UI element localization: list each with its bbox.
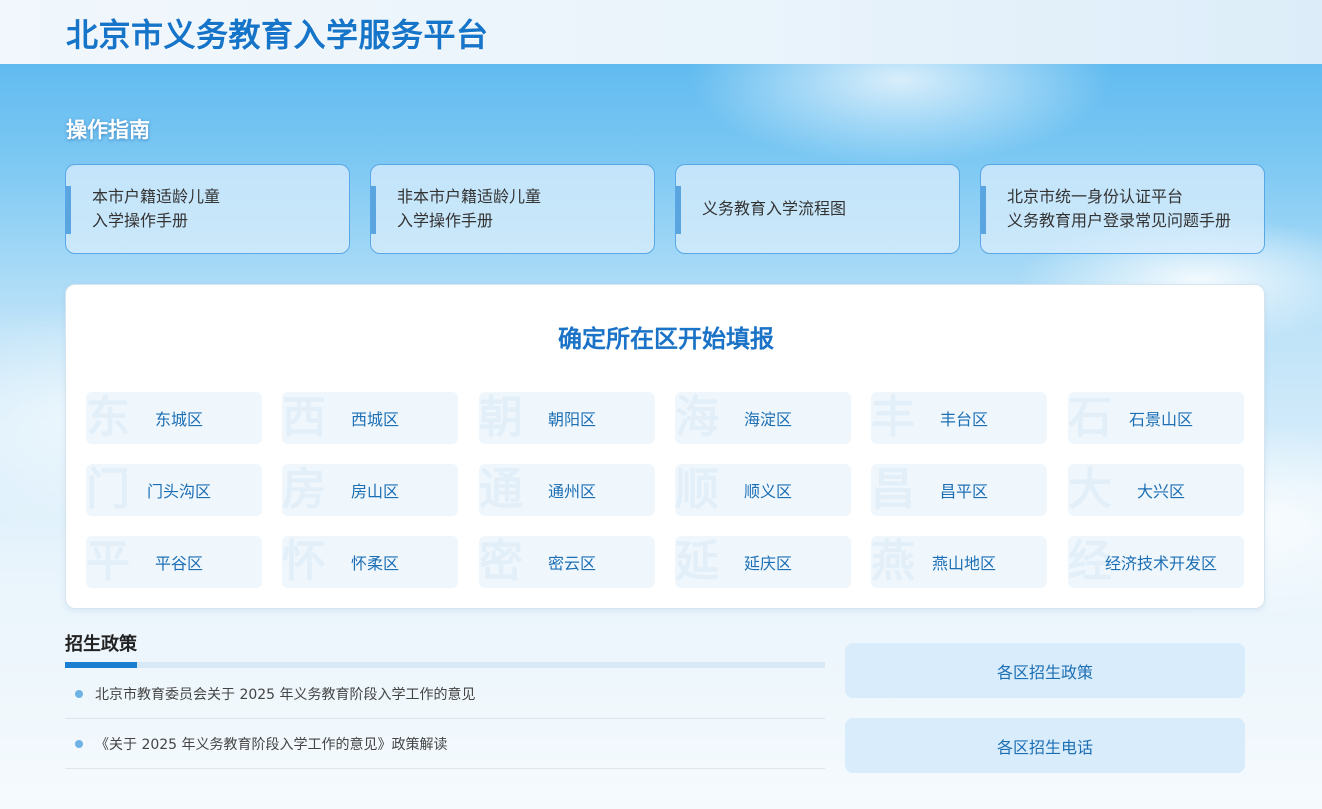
district-watermark: 海 — [675, 392, 719, 443]
policy-list-item[interactable]: 北京市教育委员会关于 2025 年义务教育阶段入学工作的意见 — [65, 669, 825, 719]
district-button-fangshan[interactable]: 房 房山区 — [282, 464, 458, 516]
card-accent-bar — [981, 186, 986, 234]
policy-heading-underline — [65, 662, 825, 668]
district-label: 大兴区 — [1136, 482, 1185, 501]
district-policy-button[interactable]: 各区招生政策 — [845, 643, 1245, 698]
district-button-changping[interactable]: 昌 昌平区 — [871, 464, 1047, 516]
district-watermark: 房 — [282, 464, 326, 515]
district-watermark: 丰 — [871, 392, 915, 443]
site-title[interactable]: 北京市义务教育入学服务平台 — [66, 10, 489, 56]
district-label: 密云区 — [547, 554, 596, 573]
district-panel-title: 确定所在区开始填报 — [558, 324, 774, 353]
policy-item-link[interactable]: 《关于 2025 年义务教育阶段入学工作的意见》政策解读 — [95, 734, 448, 754]
header-bar: 北京市义务教育入学服务平台 — [0, 0, 1322, 64]
district-watermark: 延 — [675, 536, 719, 587]
district-phone-button[interactable]: 各区招生电话 — [845, 718, 1245, 773]
guide-card-nonlocal-manual[interactable]: 非本市户籍适龄儿童 入学操作手册 — [370, 164, 655, 254]
district-button-haidian[interactable]: 海 海淀区 — [675, 392, 851, 444]
guide-card-line2: 入学操作手册 — [92, 211, 189, 230]
bullet-dot-icon — [75, 689, 83, 698]
district-watermark: 门 — [86, 464, 130, 515]
district-label: 顺义区 — [743, 482, 792, 501]
district-button-miyun[interactable]: 密 密云区 — [479, 536, 655, 588]
district-button-pinggu[interactable]: 平 平谷区 — [86, 536, 262, 588]
policy-item-link[interactable]: 北京市教育委员会关于 2025 年义务教育阶段入学工作的意见 — [95, 684, 476, 704]
district-button-shunyi[interactable]: 顺 顺义区 — [675, 464, 851, 516]
district-label: 平谷区 — [154, 554, 203, 573]
guide-heading: 操作指南 — [66, 117, 150, 142]
district-label: 西城区 — [350, 410, 399, 429]
district-watermark: 东 — [86, 392, 130, 443]
district-panel: 确定所在区开始填报 东 东城区 西 西城区 朝 朝阳区 海 海淀区 丰 丰台区 … — [65, 284, 1265, 609]
district-label: 石景山区 — [1128, 410, 1193, 429]
district-label: 通州区 — [547, 482, 596, 501]
district-watermark: 朝 — [479, 392, 523, 443]
bullet-dot-icon — [75, 739, 83, 748]
district-button-chaoyang[interactable]: 朝 朝阳区 — [479, 392, 655, 444]
district-watermark: 大 — [1068, 464, 1112, 515]
district-button-mentougou[interactable]: 门 门头沟区 — [86, 464, 262, 516]
district-watermark: 石 — [1068, 392, 1112, 443]
district-label: 东城区 — [154, 410, 203, 429]
district-watermark: 怀 — [282, 536, 326, 587]
guide-card-flowchart[interactable]: 义务教育入学流程图 — [675, 164, 960, 254]
district-button-shijingshan[interactable]: 石 石景山区 — [1068, 392, 1244, 444]
district-button-economic-dev-zone[interactable]: 经 经济技术开发区 — [1068, 536, 1244, 588]
district-label: 朝阳区 — [547, 410, 596, 429]
district-button-daxing[interactable]: 大 大兴区 — [1068, 464, 1244, 516]
guide-card-login-faq[interactable]: 北京市统一身份认证平台 义务教育用户登录常见问题手册 — [980, 164, 1265, 254]
district-button-huairou[interactable]: 怀 怀柔区 — [282, 536, 458, 588]
guide-card-line2: 义务教育用户登录常见问题手册 — [1007, 211, 1232, 230]
district-button-tongzhou[interactable]: 通 通州区 — [479, 464, 655, 516]
district-watermark: 通 — [479, 464, 523, 515]
guide-card-line1: 义务教育入学流程图 — [702, 199, 847, 218]
district-watermark: 平 — [86, 536, 130, 587]
district-watermark: 顺 — [675, 464, 719, 515]
district-button-xicheng[interactable]: 西 西城区 — [282, 392, 458, 444]
district-label: 海淀区 — [743, 410, 792, 429]
district-label: 经济技术开发区 — [1104, 554, 1217, 573]
district-label: 门头沟区 — [146, 482, 211, 501]
policy-underline-accent — [65, 662, 137, 668]
guide-card-line1: 本市户籍适龄儿童 — [92, 187, 221, 206]
district-label: 昌平区 — [939, 482, 988, 501]
district-button-fengtai[interactable]: 丰 丰台区 — [871, 392, 1047, 444]
card-accent-bar — [66, 186, 71, 234]
district-label: 房山区 — [350, 482, 399, 501]
district-button-yanshan[interactable]: 燕 燕山地区 — [871, 536, 1047, 588]
guide-card-line1: 北京市统一身份认证平台 — [1007, 187, 1184, 206]
district-button-yanqing[interactable]: 延 延庆区 — [675, 536, 851, 588]
district-label: 延庆区 — [743, 554, 792, 573]
district-label: 丰台区 — [939, 410, 988, 429]
district-watermark: 昌 — [871, 464, 915, 515]
district-watermark: 密 — [479, 536, 523, 587]
district-watermark: 西 — [282, 392, 326, 443]
guide-card-line1: 非本市户籍适龄儿童 — [397, 187, 542, 206]
district-label: 怀柔区 — [350, 554, 399, 573]
card-accent-bar — [676, 186, 681, 234]
guide-card-line2: 入学操作手册 — [397, 211, 494, 230]
district-button-dongcheng[interactable]: 东 东城区 — [86, 392, 262, 444]
district-watermark: 燕 — [871, 536, 915, 587]
card-accent-bar — [371, 186, 376, 234]
district-label: 燕山地区 — [931, 554, 996, 573]
policy-list-item[interactable]: 《关于 2025 年义务教育阶段入学工作的意见》政策解读 — [65, 719, 825, 769]
guide-card-local-manual[interactable]: 本市户籍适龄儿童 入学操作手册 — [65, 164, 350, 254]
policy-heading: 招生政策 — [65, 634, 137, 655]
